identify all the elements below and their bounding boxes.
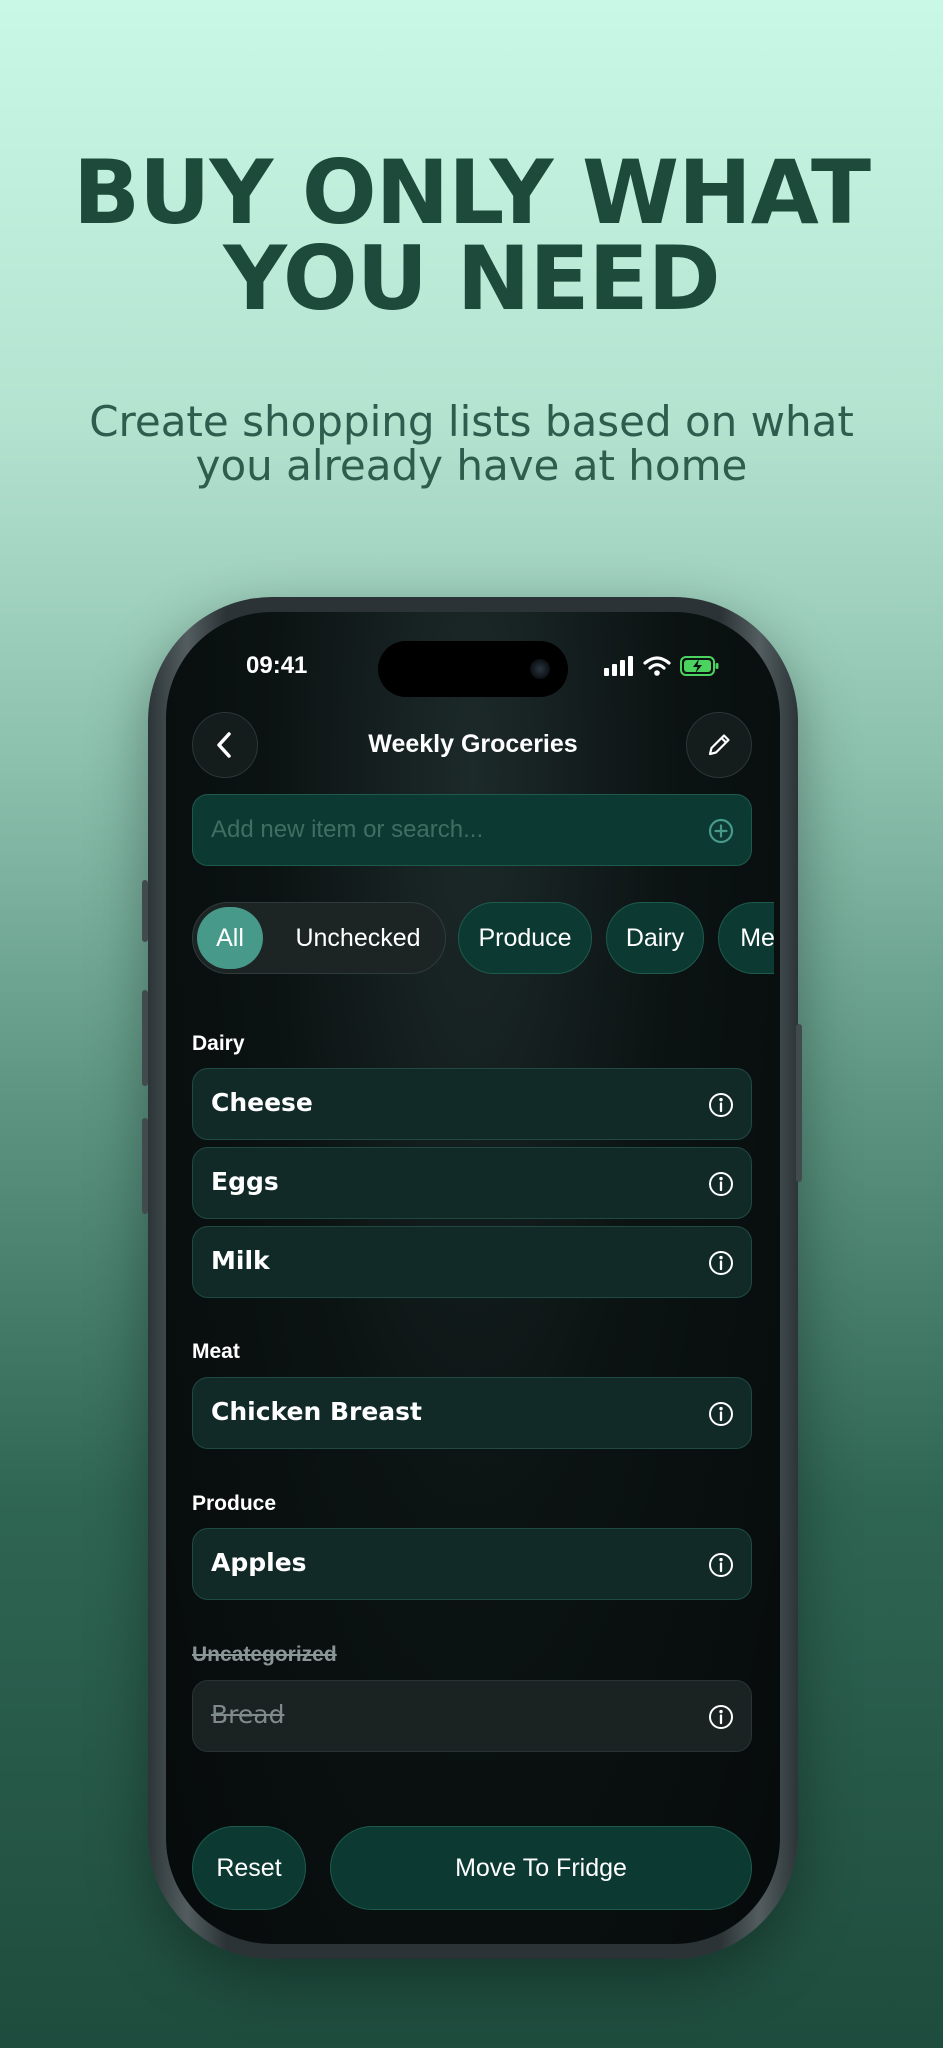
filter-all[interactable]: All xyxy=(197,907,263,969)
volume-down-button xyxy=(142,1118,148,1214)
volume-up-button xyxy=(142,990,148,1086)
section-header-uncategorized: Uncategorized xyxy=(192,1643,337,1666)
section-header-produce: Produce xyxy=(192,1492,277,1515)
phone-screen: 09:41 Weekly Groceries Add new item or s… xyxy=(166,612,780,1944)
list-item-bread[interactable]: Bread xyxy=(192,1680,752,1752)
list-item-cheese[interactable]: Cheese xyxy=(192,1068,752,1140)
info-icon[interactable] xyxy=(707,1551,735,1579)
info-icon[interactable] xyxy=(707,1170,735,1198)
filter-unchecked[interactable]: Unchecked xyxy=(273,903,443,973)
status-time: 09:41 xyxy=(246,652,308,679)
search-placeholder: Add new item or search... xyxy=(211,816,484,843)
list-item-milk[interactable]: Milk xyxy=(192,1226,752,1298)
section-header-meat: Meat xyxy=(192,1340,240,1363)
hero-title-line-2: YOU NEED xyxy=(223,227,720,330)
section-header-dairy: Dairy xyxy=(192,1032,245,1055)
power-button xyxy=(796,1024,802,1182)
info-icon[interactable] xyxy=(707,1249,735,1277)
filter-chip-produce[interactable]: Produce xyxy=(458,902,592,974)
filter-chip-meat[interactable]: Meat xyxy=(718,902,774,974)
item-label: Apples xyxy=(211,1548,307,1577)
dynamic-island xyxy=(378,641,568,697)
edit-button[interactable] xyxy=(686,712,752,778)
status-segmented-control: All Unchecked xyxy=(192,902,446,974)
filter-row: All Unchecked Produce Dairy Meat xyxy=(192,902,774,974)
item-label: Chicken Breast xyxy=(211,1397,422,1426)
reset-button[interactable]: Reset xyxy=(192,1826,306,1910)
plus-circle-icon[interactable] xyxy=(707,817,735,845)
info-icon[interactable] xyxy=(707,1400,735,1428)
list-item-eggs[interactable]: Eggs xyxy=(192,1147,752,1219)
front-camera xyxy=(530,659,550,679)
cellular-signal-icon xyxy=(604,656,633,676)
hero-subtitle-line-1: Create shopping lists based on what xyxy=(89,397,854,446)
hero-subtitle: Create shopping lists based on what you … xyxy=(40,400,903,488)
add-item-search-field[interactable]: Add new item or search... xyxy=(192,794,752,866)
wifi-icon xyxy=(643,656,671,676)
hero-title: BUY ONLY WHAT YOU NEED xyxy=(0,141,943,330)
move-to-fridge-button[interactable]: Move To Fridge xyxy=(330,1826,752,1910)
item-label: Eggs xyxy=(211,1167,279,1196)
status-icons xyxy=(604,656,720,676)
list-item-apples[interactable]: Apples xyxy=(192,1528,752,1600)
hero-subtitle-line-2: you already have at home xyxy=(195,441,748,490)
list-item-chicken-breast[interactable]: Chicken Breast xyxy=(192,1377,752,1449)
item-label: Milk xyxy=(211,1246,270,1275)
info-icon[interactable] xyxy=(707,1091,735,1119)
battery-charging-icon xyxy=(680,656,719,676)
filter-chip-dairy[interactable]: Dairy xyxy=(606,902,704,974)
pencil-icon xyxy=(708,734,730,756)
hero-title-line-1: BUY ONLY WHAT xyxy=(72,141,871,244)
item-label: Cheese xyxy=(211,1088,313,1117)
item-label: Bread xyxy=(211,1700,285,1729)
action-button xyxy=(142,880,148,942)
info-icon[interactable] xyxy=(707,1703,735,1731)
